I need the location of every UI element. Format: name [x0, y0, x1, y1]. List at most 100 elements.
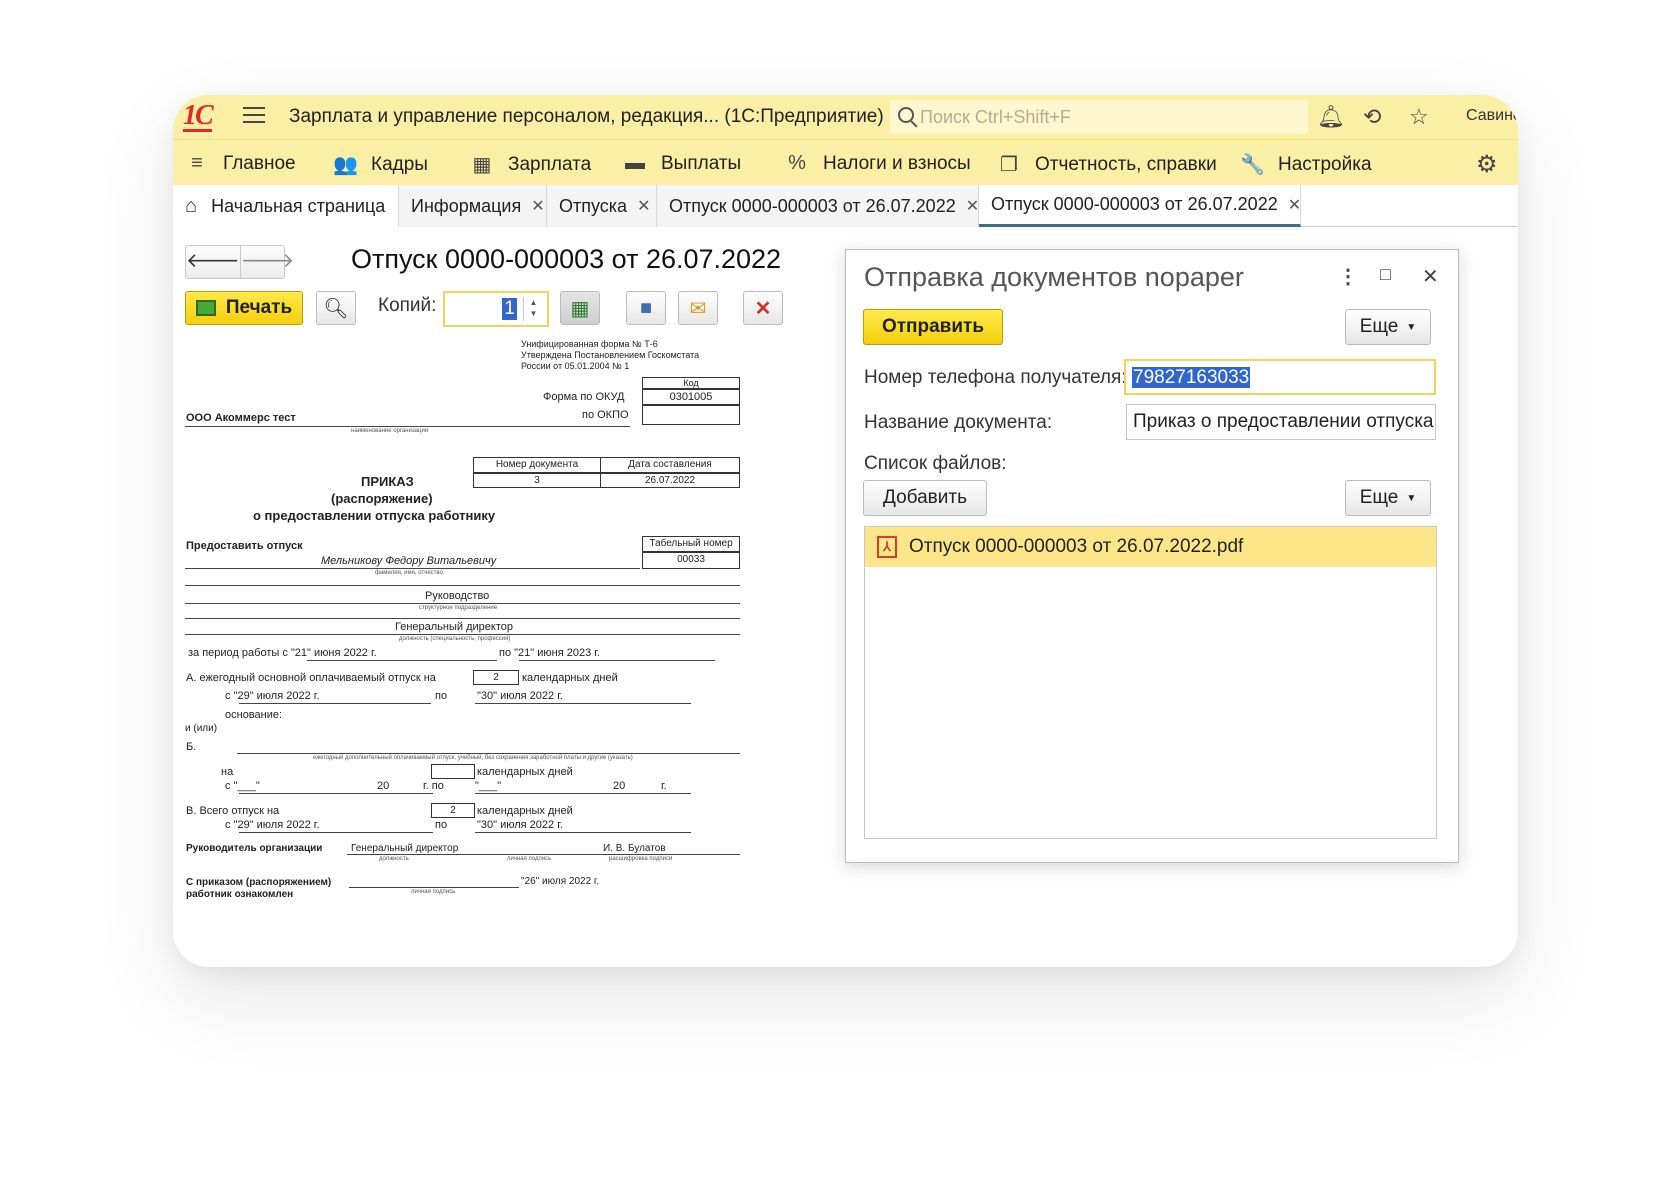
preview-button[interactable]: 🔍︎ — [316, 291, 356, 325]
calendar-days-label: календарных дней — [522, 672, 618, 684]
docnum-header: Номер документа — [473, 457, 601, 473]
close-icon[interactable]: ✕ — [1422, 264, 1439, 289]
menu-item-reports[interactable]: ❐ Отчетность, справки — [997, 152, 1217, 177]
edit-mode-button[interactable]: ▦ — [560, 291, 600, 325]
more-button[interactable]: Еще ▼ — [1345, 480, 1431, 516]
hint-signature: личная подпись — [507, 856, 552, 862]
docname-input[interactable]: Приказ о предоставлении отпуска — [1126, 404, 1436, 440]
more-vertical-icon[interactable]: ⋮ — [1338, 264, 1358, 289]
po-label: по — [435, 819, 448, 831]
extra-to: "___" — [475, 780, 502, 792]
chevron-down-icon: ▼ — [1406, 492, 1417, 504]
date-value: 26.07.2022 — [600, 473, 740, 488]
magnifier-icon: 🔍︎ — [323, 297, 349, 320]
bell-icon[interactable]: 🔔︎ — [1317, 105, 1345, 129]
total-to: "30" июля 2022 г. — [477, 819, 563, 831]
total-days: 2 — [431, 803, 475, 818]
app-window: 1С Зарплата и управление персоналом, ред… — [173, 95, 1518, 967]
wallet-icon: ▬ — [625, 152, 645, 174]
extra-leave-hint: ежегодный дополнительный оплачиваемый от… — [313, 755, 633, 761]
department: Руководство — [425, 590, 490, 602]
tab-vacations[interactable]: Отпуска ✕ — [547, 185, 657, 227]
list-item[interactable]: ⅄ Отпуск 0000-000003 от 26.07.2022.pdf — [865, 527, 1436, 567]
files-label: Список файлов: — [864, 453, 1007, 474]
more-button[interactable]: Еще ▼ — [1345, 309, 1431, 345]
menu-item-main[interactable]: ≡ Главное — [185, 152, 295, 175]
close-icon[interactable]: ✕ — [966, 196, 979, 216]
order-title: ПРИКАЗ — [361, 474, 414, 489]
tab-home[interactable]: ⌂ Начальная страница — [173, 185, 399, 227]
search-box[interactable] — [890, 100, 1308, 134]
menu-item-taxes[interactable]: % Налоги и взносы — [785, 152, 971, 175]
save-button[interactable]: ■ — [626, 291, 666, 325]
maximize-icon[interactable]: □ — [1380, 264, 1391, 285]
okud-label: Форма по ОКУД — [543, 391, 625, 403]
red-x-icon: ✕ — [754, 297, 772, 320]
close-icon[interactable]: ✕ — [1288, 195, 1301, 215]
form-header-line: Унифицированная форма № Т-6 — [521, 339, 658, 349]
extra-leave-label: Б. — [186, 741, 197, 753]
pdf-icon: ⅄ — [877, 536, 897, 558]
copies-stepper[interactable]: 1 ▲ ▼ — [443, 291, 549, 327]
star-icon[interactable]: ☆ — [1409, 105, 1429, 129]
tab-info[interactable]: Информация ✕ — [399, 185, 547, 227]
send-button[interactable]: Отправить — [863, 309, 1003, 345]
percent-icon: % — [788, 152, 806, 174]
search-icon — [898, 107, 914, 123]
okud-value: 0301005 — [642, 389, 740, 405]
head-name: И. В. Булатов — [603, 843, 666, 854]
tab-vacation-doc-2[interactable]: Отпуск 0000-000003 от 26.07.2022 ✕ — [979, 185, 1301, 227]
okpo-label: по ОКПО — [582, 409, 629, 421]
annual-days: 2 — [473, 670, 519, 685]
print-button[interactable]: Печать — [185, 291, 303, 325]
back-arrow-icon[interactable]: 🡐 — [186, 246, 240, 278]
table-edit-icon: ▦ — [570, 297, 590, 320]
phone-label: Номер телефона получателя: — [864, 367, 1127, 388]
menu-item-salary[interactable]: ▦ Зарплата — [470, 152, 592, 177]
close-icon[interactable]: ✕ — [637, 196, 650, 216]
cancel-button[interactable]: ✕ — [743, 291, 783, 325]
floppy-icon: ■ — [639, 296, 653, 319]
main-menu-icon[interactable] — [243, 107, 265, 125]
docname-label: Название документа: — [864, 412, 1053, 433]
phone-input[interactable]: 79827163033 — [1124, 359, 1436, 395]
total-from: с "29" июля 2022 г. — [225, 819, 320, 831]
send-documents-dialog: Отправка документов nopaper ⋮ □ ✕ Отправ… — [845, 249, 1459, 863]
position-hint: должность (специальность, профессия) — [399, 636, 511, 642]
add-button[interactable]: Добавить — [863, 480, 987, 516]
acquaint-date: "26" июля 2022 г. — [521, 876, 600, 887]
acquaint-label: работник ознакомлен — [186, 889, 294, 900]
menu-item-hr[interactable]: 👥 Кадры — [333, 152, 428, 177]
extra-po: г. по — [423, 780, 444, 792]
app-header: 1С Зарплата и управление персоналом, ред… — [173, 95, 1518, 139]
menu-item-settings[interactable]: 🔧 Настройка — [1240, 152, 1372, 177]
organization-name: ООО Акоммерс тест — [186, 412, 296, 424]
tab-vacation-doc-1[interactable]: Отпуск 0000-000003 от 26.07.2022 ✕ — [657, 185, 979, 227]
order-subtitle: (распоряжение) — [331, 491, 433, 506]
period-from: за период работы с "21" июня 2022 г. — [188, 647, 377, 659]
home-icon: ⌂ — [185, 194, 198, 217]
spinner-arrows-icon[interactable]: ▲ ▼ — [523, 297, 543, 321]
gear-icon[interactable]: ⚙ — [1476, 150, 1498, 179]
calculator-icon: ▦ — [472, 154, 492, 176]
form-header-line: Утверждена Постановлением Госкомстата — [521, 350, 700, 360]
page-title: Отпуск 0000-000003 от 26.07.2022 — [351, 244, 782, 274]
order-subtitle: о предоставлении отпуска работнику — [253, 508, 496, 523]
history-icon[interactable]: ⟲ — [1363, 105, 1381, 129]
form-header-line: России от 05.01.2004 № 1 — [521, 361, 630, 371]
printed-form: Унифицированная форма № Т-6 Утверждена П… — [183, 335, 823, 955]
email-button[interactable]: ✉ — [678, 291, 718, 325]
na-label: на — [221, 766, 234, 778]
forward-arrow-icon[interactable]: 🡒 — [239, 246, 294, 278]
menu-item-payments[interactable]: ▬ Выплаты — [623, 152, 741, 175]
acquaint-label: С приказом (распоряжением) — [186, 877, 332, 888]
copies-value[interactable]: 1 — [502, 298, 517, 320]
hint-signature: личная подпись — [411, 889, 456, 895]
annual-to: "30" июля 2022 г. — [477, 690, 563, 702]
user-name[interactable]: Савинс — [1466, 107, 1518, 125]
tabnum-value: 00033 — [642, 552, 740, 569]
search-input[interactable] — [920, 106, 1300, 128]
head-label: Руководитель организации — [186, 843, 323, 854]
close-icon[interactable]: ✕ — [531, 196, 544, 216]
1c-logo[interactable]: 1С — [183, 102, 214, 132]
